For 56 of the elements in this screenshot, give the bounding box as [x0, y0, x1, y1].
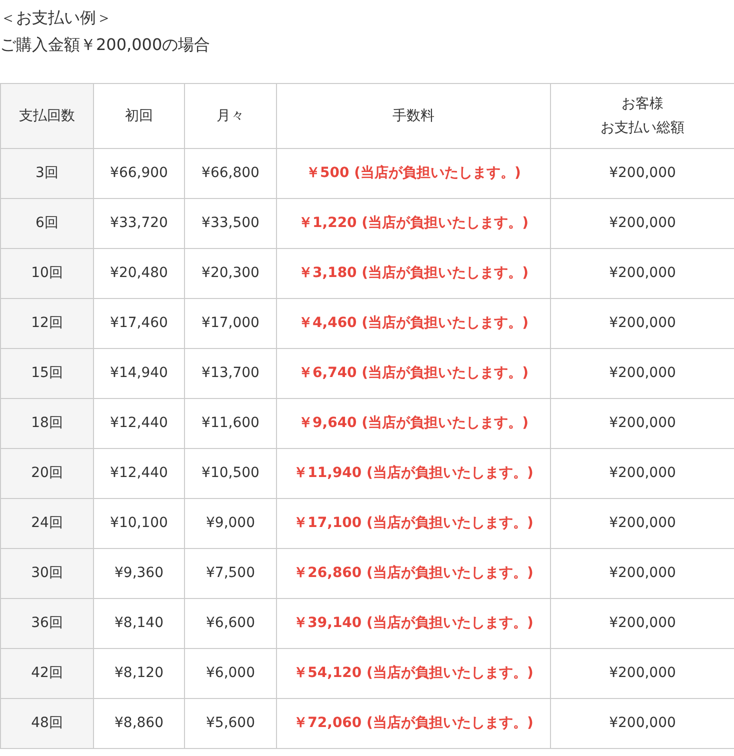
table-cell: ￥26,860 (当店が負担いたします。) — [276, 548, 550, 598]
table-cell: ¥11,600 — [184, 398, 276, 448]
row-header: 15回 — [0, 348, 94, 398]
table-cell: ¥17,000 — [184, 298, 276, 348]
table-cell: ￥9,640 (当店が負担いたします。) — [276, 398, 550, 448]
table-cell: ¥8,140 — [94, 598, 184, 648]
table-cell: ¥6,000 — [184, 648, 276, 698]
table-cell: ¥9,360 — [94, 548, 184, 598]
table-cell: ￥3,180 (当店が負担いたします。) — [276, 248, 550, 298]
row-header: 30回 — [0, 548, 94, 598]
table-cell: ￥11,940 (当店が負担いたします。) — [276, 448, 550, 498]
table-cell: ¥66,900 — [94, 148, 184, 198]
table-cell: ￥39,140 (当店が負担いたします。) — [276, 598, 550, 648]
table-cell: ￥1,220 (当店が負担いたします。) — [276, 198, 550, 248]
column-header: 月々 — [216, 108, 244, 124]
table-cell: ¥12,440 — [94, 398, 184, 448]
row-header: 3回 — [0, 148, 94, 198]
table-cell: ￥6,740 (当店が負担いたします。) — [276, 348, 550, 398]
table-cell: ¥13,700 — [184, 348, 276, 398]
row-header: 10回 — [0, 248, 94, 298]
row-header: 42回 — [0, 648, 94, 698]
table-cell: ¥6,600 — [184, 598, 276, 648]
table-cell: ¥8,860 — [94, 698, 184, 748]
table-cell: ¥20,300 — [184, 248, 276, 298]
column-header: 初回 — [125, 108, 153, 124]
column-header: 手数料 — [392, 108, 434, 124]
table-cell: ￥17,100 (当店が負担いたします。) — [276, 498, 550, 548]
table-cell: ¥17,460 — [94, 298, 184, 348]
column-header: 支払回数 — [19, 108, 75, 124]
table-cell: ¥7,500 — [184, 548, 276, 598]
table-cell: ¥66,800 — [184, 148, 276, 198]
heading-text: ご購入金額￥200,000の場合 — [0, 34, 212, 56]
table-cell: ¥10,500 — [184, 448, 276, 498]
heading-text: ＜お支払い例＞ — [0, 7, 113, 29]
table-cell: ¥8,120 — [94, 648, 184, 698]
table-cell: ¥10,100 — [94, 498, 184, 548]
table-cell: ￥72,060 (当店が負担いたします。) — [276, 698, 550, 748]
table-cell: ¥14,940 — [94, 348, 184, 398]
table-cell: ¥12,440 — [94, 448, 184, 498]
table-cell: ￥54,120 (当店が負担いたします。) — [276, 648, 550, 698]
table-cell: ¥20,480 — [94, 248, 184, 298]
table-cell: ￥4,460 (当店が負担いたします。) — [276, 298, 550, 348]
row-header: 36回 — [0, 598, 94, 648]
column-header: お客様 — [622, 96, 664, 112]
column-header: お支払い総額 — [600, 120, 684, 136]
table-cell: ¥33,720 — [94, 198, 184, 248]
table-cell: ¥33,500 — [184, 198, 276, 248]
row-header: 48回 — [0, 698, 94, 748]
row-header: 6回 — [0, 198, 94, 248]
row-header: 24回 — [0, 498, 94, 548]
row-header: 12回 — [0, 298, 94, 348]
table-cell: ¥9,000 — [184, 498, 276, 548]
table-cell: ￥500 (当店が負担いたします。) — [276, 148, 550, 198]
row-header: 18回 — [0, 398, 94, 448]
row-header: 20回 — [0, 448, 94, 498]
table-cell: ¥5,600 — [184, 698, 276, 748]
